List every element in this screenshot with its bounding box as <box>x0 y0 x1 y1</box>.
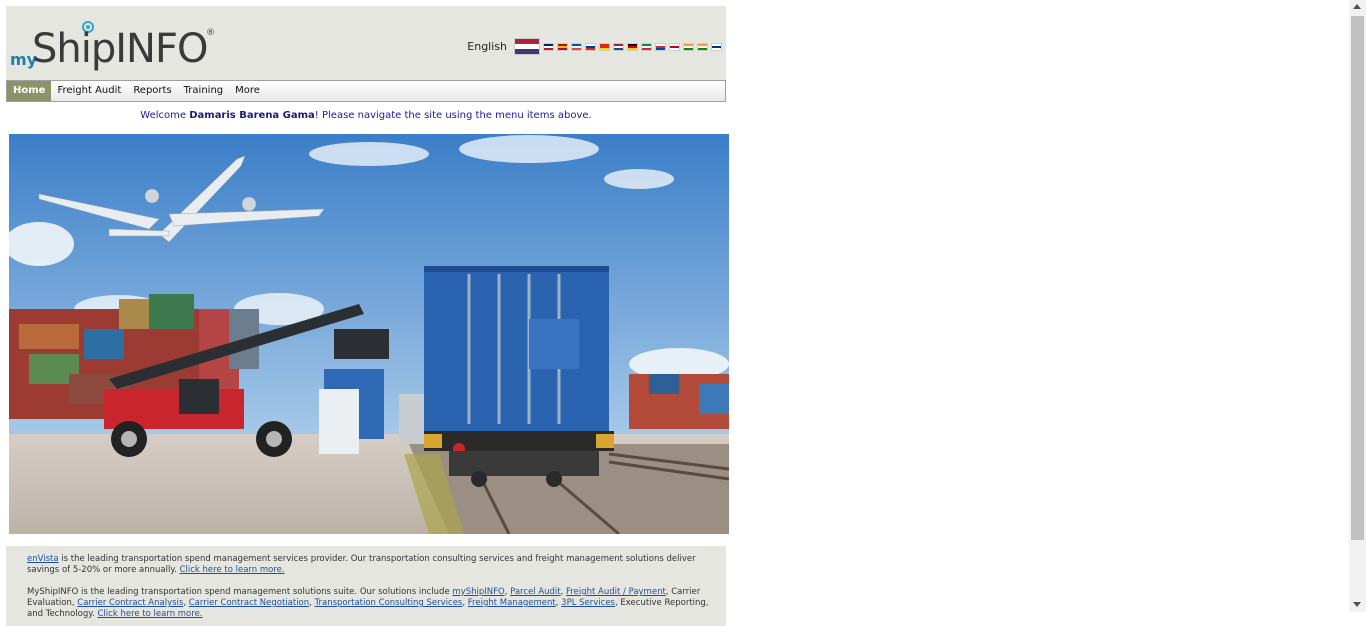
menu-item-reports[interactable]: Reports <box>127 81 177 101</box>
learn-more-link-1[interactable]: Click here to learn more. <box>180 565 285 575</box>
footer: enVista is the leading transportation sp… <box>6 546 726 626</box>
scrollbar-thumb[interactable] <box>1351 16 1364 540</box>
vertical-scrollbar[interactable] <box>1349 0 1366 612</box>
language-label: English <box>467 40 507 53</box>
in2-flag-icon[interactable] <box>697 42 708 51</box>
in-flag-icon[interactable] <box>683 42 694 51</box>
welcome-message: Welcome Damaris Barena Gama! Please navi… <box>6 110 726 128</box>
language-selector: English <box>467 38 722 55</box>
scroll-down-arrow-icon[interactable] <box>1353 602 1361 607</box>
freight-audit-payment-link[interactable]: Freight Audit / Payment <box>566 587 666 597</box>
cn-flag-icon[interactable] <box>599 42 610 51</box>
de-flag-icon[interactable] <box>627 42 638 51</box>
uk-flag-icon[interactable] <box>543 42 554 51</box>
ru-flag-icon[interactable] <box>585 42 596 51</box>
logistics-scene-image <box>9 134 729 534</box>
kr-flag-icon[interactable] <box>655 42 666 51</box>
menu-item-freight-audit[interactable]: Freight Audit <box>51 81 127 101</box>
parcel-audit-link[interactable]: Parcel Audit <box>510 587 561 597</box>
menu-item-training[interactable]: Training <box>178 81 229 101</box>
welcome-user-name: Damaris Barena Gama <box>189 110 315 121</box>
footer-paragraph-2: MyShipINFO is the leading transportation… <box>27 587 709 619</box>
scroll-up-arrow-icon[interactable] <box>1353 4 1361 9</box>
myshipinfo-link[interactable]: myShipINFO <box>452 587 504 597</box>
envista-link[interactable]: enVista <box>27 554 59 564</box>
3pl-services-link[interactable]: 3PL Services <box>561 598 615 608</box>
fr-flag-icon[interactable] <box>571 42 582 51</box>
hero-image <box>9 134 729 534</box>
logo-shipinfo-text: ShipINFO <box>32 26 208 72</box>
it-flag-icon[interactable] <box>641 42 652 51</box>
header: my ShipINFO ® English <box>6 6 726 80</box>
blue-shipping-container <box>424 266 614 487</box>
freight-management-link[interactable]: Freight Management <box>468 598 556 608</box>
us-flag-icon[interactable] <box>514 38 540 55</box>
learn-more-link-2[interactable]: Click here to learn more. <box>98 609 203 619</box>
footer-p2-text1: MyShipINFO is the leading transportation… <box>27 587 453 597</box>
menu-item-home[interactable]: Home <box>7 81 52 101</box>
footer-paragraph-1: enVista is the leading transportation sp… <box>27 554 716 576</box>
fi-flag-icon[interactable] <box>711 42 722 51</box>
carrier-contract-analysis-link[interactable]: Carrier Contract Analysis <box>77 598 183 608</box>
logo-registered-mark: ® <box>206 28 215 38</box>
footer-p1-text: is the leading transportation spend mana… <box>27 554 696 575</box>
page: my ShipINFO ® English Home Freight Audit R… <box>6 6 729 626</box>
nl-flag-icon[interactable] <box>613 42 624 51</box>
es-flag-icon[interactable] <box>557 42 568 51</box>
welcome-prefix: Welcome <box>140 110 190 121</box>
menu-item-more[interactable]: More <box>229 81 266 101</box>
main-menu: Home Freight Audit Reports Training More <box>6 80 726 102</box>
jp-flag-icon[interactable] <box>669 42 680 51</box>
welcome-suffix: ! Please navigate the site using the men… <box>314 110 592 121</box>
transportation-consulting-link[interactable]: Transportation Consulting Services <box>315 598 463 608</box>
carrier-contract-negotiation-link[interactable]: Carrier Contract Negotiation <box>189 598 309 608</box>
